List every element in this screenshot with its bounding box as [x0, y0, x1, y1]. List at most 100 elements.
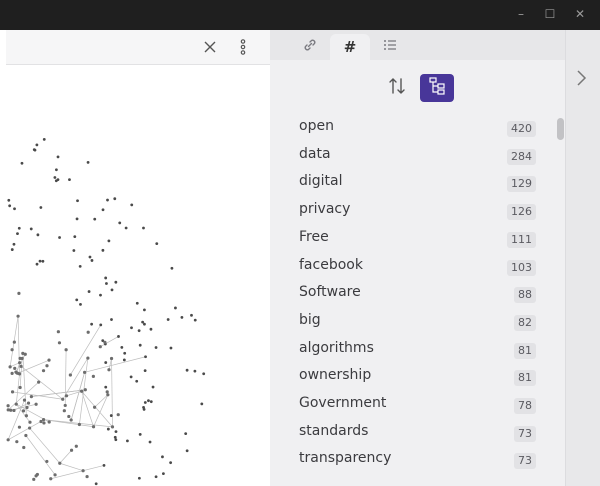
- graph-node[interactable]: [117, 335, 120, 338]
- tab-backlinks[interactable]: [290, 34, 330, 60]
- tag-row[interactable]: big 82: [270, 308, 554, 335]
- graph-node[interactable]: [102, 464, 106, 467]
- graph-node[interactable]: [37, 380, 41, 384]
- graph-node[interactable]: [169, 461, 173, 465]
- graph-node[interactable]: [35, 143, 39, 147]
- graph-node[interactable]: [77, 422, 82, 427]
- graph-node[interactable]: [76, 199, 79, 203]
- close-icon[interactable]: [201, 38, 219, 56]
- graph-node[interactable]: [10, 371, 14, 375]
- graph-node[interactable]: [32, 477, 36, 481]
- graph-node[interactable]: [58, 236, 61, 239]
- graph-node[interactable]: [45, 459, 49, 464]
- graph-node[interactable]: [68, 373, 72, 377]
- graph-node[interactable]: [105, 390, 109, 394]
- minimize-button[interactable]: –: [514, 7, 528, 21]
- graph-node[interactable]: [55, 168, 58, 172]
- chevron-right-icon[interactable]: [574, 68, 588, 88]
- graph-node[interactable]: [83, 388, 87, 392]
- graph-node[interactable]: [161, 455, 164, 459]
- tag-row[interactable]: ownership 81: [270, 363, 554, 390]
- graph-node[interactable]: [200, 402, 204, 406]
- graph-node[interactable]: [47, 420, 51, 424]
- sort-button[interactable]: [380, 74, 414, 102]
- graph-node[interactable]: [69, 448, 74, 452]
- graph-node[interactable]: [36, 233, 40, 237]
- graph-node[interactable]: [83, 370, 87, 374]
- graph-node[interactable]: [104, 361, 108, 364]
- graph-node[interactable]: [107, 239, 111, 243]
- graph-node[interactable]: [73, 235, 77, 239]
- graph-node[interactable]: [151, 385, 155, 389]
- tag-row[interactable]: Government 78: [270, 391, 554, 418]
- graph-node[interactable]: [69, 418, 73, 422]
- graph-node[interactable]: [106, 427, 110, 431]
- graph-node[interactable]: [118, 221, 122, 225]
- graph-node[interactable]: [114, 280, 118, 284]
- graph-node[interactable]: [104, 276, 108, 280]
- graph-node[interactable]: [18, 356, 22, 360]
- graph-node[interactable]: [149, 327, 153, 331]
- graph-node[interactable]: [10, 248, 14, 251]
- graph-node[interactable]: [101, 208, 105, 212]
- graph-node[interactable]: [91, 425, 96, 429]
- graph-node[interactable]: [42, 421, 46, 425]
- graph-node[interactable]: [75, 217, 79, 221]
- more-options-icon[interactable]: [234, 38, 252, 56]
- graph-node[interactable]: [202, 372, 206, 376]
- graph-node[interactable]: [123, 351, 127, 355]
- graph-node[interactable]: [106, 198, 109, 202]
- graph-node[interactable]: [15, 440, 19, 444]
- graph-node[interactable]: [154, 346, 158, 349]
- graph-node[interactable]: [74, 444, 78, 448]
- tag-row[interactable]: privacy 126: [270, 197, 554, 224]
- tag-row[interactable]: facebook 103: [270, 253, 554, 280]
- tab-outline[interactable]: [370, 34, 410, 60]
- graph-node[interactable]: [185, 449, 189, 453]
- graph-node[interactable]: [53, 176, 57, 179]
- graph-node[interactable]: [67, 414, 71, 419]
- graph-node[interactable]: [79, 302, 82, 306]
- graph-node[interactable]: [35, 262, 39, 266]
- graph-node[interactable]: [116, 413, 120, 417]
- graph-node[interactable]: [85, 474, 89, 479]
- graph-node[interactable]: [32, 148, 36, 152]
- tag-row[interactable]: Free 111: [270, 225, 554, 252]
- graph-node[interactable]: [35, 472, 39, 477]
- graph-node[interactable]: [170, 266, 174, 270]
- graph-node[interactable]: [143, 308, 146, 312]
- graph-node[interactable]: [78, 264, 82, 268]
- graph-node[interactable]: [17, 425, 22, 429]
- graph-node[interactable]: [22, 445, 26, 450]
- graph-node[interactable]: [162, 472, 165, 475]
- graph-node[interactable]: [113, 197, 117, 201]
- graph-node[interactable]: [16, 314, 20, 318]
- graph-node[interactable]: [109, 414, 113, 417]
- graph-node[interactable]: [184, 432, 188, 436]
- graph-node[interactable]: [105, 282, 108, 285]
- tab-tags[interactable]: #: [330, 34, 370, 60]
- graph-node[interactable]: [13, 366, 17, 370]
- graph-node[interactable]: [107, 368, 111, 372]
- graph-node[interactable]: [18, 361, 22, 365]
- graph-node[interactable]: [18, 385, 22, 390]
- graph-node[interactable]: [169, 346, 173, 350]
- graph-node[interactable]: [130, 326, 133, 330]
- tag-row[interactable]: data 284: [270, 142, 554, 169]
- tag-row[interactable]: algorithms 81: [270, 336, 554, 363]
- graph-node[interactable]: [21, 409, 26, 413]
- graph-node[interactable]: [135, 379, 139, 383]
- graph-node[interactable]: [129, 375, 133, 379]
- graph-node[interactable]: [109, 356, 114, 361]
- graph-node[interactable]: [42, 138, 46, 141]
- graph-node[interactable]: [94, 482, 98, 486]
- graph-node[interactable]: [143, 369, 147, 373]
- graph-node[interactable]: [99, 323, 103, 327]
- graph-node[interactable]: [110, 318, 113, 321]
- graph-node[interactable]: [15, 371, 20, 375]
- graph-node[interactable]: [166, 318, 170, 321]
- graph-node[interactable]: [86, 356, 90, 360]
- graph-node[interactable]: [103, 340, 107, 345]
- graph-node[interactable]: [41, 418, 46, 422]
- graph-node[interactable]: [88, 255, 92, 259]
